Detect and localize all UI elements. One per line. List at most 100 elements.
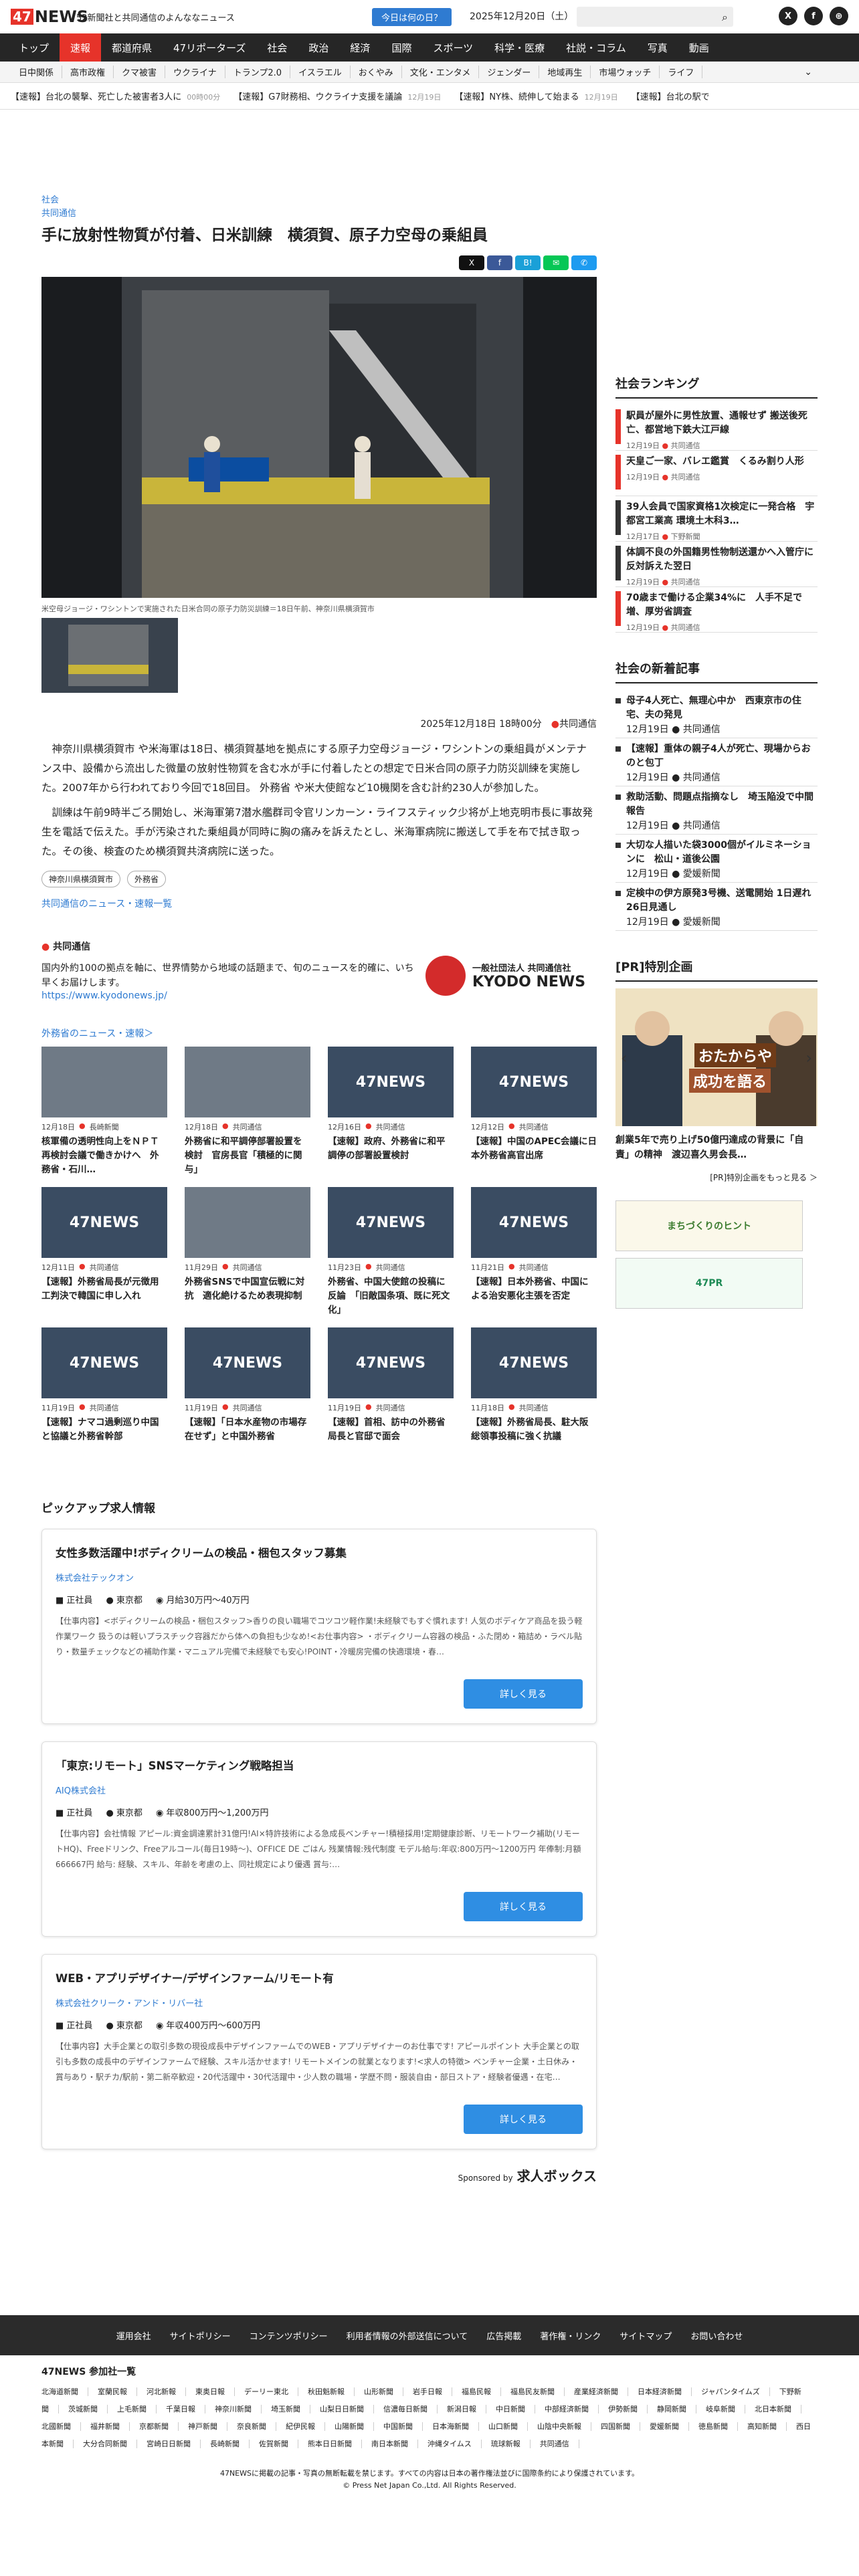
- participant-link[interactable]: 大分合同新聞: [83, 2440, 137, 2448]
- related-news-image[interactable]: [41, 1047, 167, 1117]
- related-news-title[interactable]: 【速報】中国のAPEC会議に日本外務省高官出席: [471, 1135, 597, 1178]
- participant-link[interactable]: 山陰中央新報: [537, 2422, 591, 2431]
- prev-arrow-icon[interactable]: ‹: [621, 1049, 628, 1067]
- ranking-item[interactable]: 天皇ご一家、バレエ鑑賞 くるみ割り人形 12月19日 ● 共同通信: [615, 451, 818, 496]
- nav-item[interactable]: 経済: [339, 33, 381, 62]
- job-details-button[interactable]: 詳しく見る: [464, 1679, 583, 1709]
- photo-thumbnail[interactable]: [41, 618, 178, 693]
- footer-link[interactable]: サイトポリシー: [170, 2329, 231, 2342]
- participant-link[interactable]: 茨城新聞: [68, 2405, 108, 2413]
- subnav-item[interactable]: 地域再生: [539, 66, 591, 78]
- participant-link[interactable]: 奈良新聞: [237, 2422, 276, 2431]
- nav-item[interactable]: 写真: [637, 33, 678, 62]
- participant-link[interactable]: 中部経済新聞: [545, 2405, 599, 2413]
- pr-banner[interactable]: おたからや 成功を語る ‹ ›: [615, 988, 818, 1126]
- job-title[interactable]: 「東京:リモート」SNSマーケティング戦略担当: [56, 1757, 583, 1773]
- footer-link[interactable]: 運用会社: [116, 2329, 151, 2342]
- nav-item[interactable]: トップ: [8, 33, 60, 62]
- related-news-card[interactable]: 47 NEWS 12月12日 ● 共同通信 【速報】中国のAPEC会議に日本外務省高官出席: [471, 1047, 597, 1178]
- subnav-item[interactable]: おくやみ: [351, 66, 402, 78]
- job-company[interactable]: 株式会社テックオン: [56, 1571, 583, 1584]
- job-title[interactable]: WEB・アプリデザイナー/デザインファーム/リモート有: [56, 1969, 583, 1985]
- related-news-card[interactable]: 47 NEWS 12月16日 ● 共同通信 【速報】政府、外務省に和平調停の部署設置検討: [328, 1047, 454, 1178]
- participant-link[interactable]: 紀伊民報: [286, 2422, 325, 2431]
- related-news-title[interactable]: 【速報】「日本水産物の市場存在せず」と中国外務省: [185, 1416, 310, 1459]
- nav-item[interactable]: 都道府県: [101, 33, 163, 62]
- article-category[interactable]: 社会: [41, 194, 597, 207]
- related-news-card[interactable]: 47 NEWS 11月23日 ● 共同通信 外務省、中国大使館の投稿に反論 「旧敵国条項、…: [328, 1187, 454, 1318]
- subnav-item[interactable]: クマ被害: [114, 66, 166, 78]
- participant-link[interactable]: 北國新聞: [41, 2422, 81, 2431]
- participant-link[interactable]: 山陽新聞: [335, 2422, 374, 2431]
- participant-link[interactable]: 南日本新聞: [371, 2440, 418, 2448]
- subnav-item[interactable]: 日中関係: [11, 66, 63, 78]
- participant-link[interactable]: 佐賀新聞: [259, 2440, 298, 2448]
- related-news-title[interactable]: 核軍備の透明性向上をＮＰＴ再検討会議で働きかけへ 外務省・石川…: [41, 1135, 167, 1178]
- related-news-image[interactable]: [185, 1047, 310, 1117]
- participant-link[interactable]: 河北新報: [147, 2387, 186, 2396]
- job-company[interactable]: 株式会社クリーク・アンド・リバー社: [56, 1996, 583, 2009]
- kyodo-profile-url[interactable]: https://www.kyodonews.jp/: [41, 990, 167, 1001]
- latest-item[interactable]: 【速報】重体の親子4人が死亡、現場からおのと包丁 12月19日 ● 共同通信: [615, 738, 818, 786]
- footer-link[interactable]: 著作権・リンク: [540, 2329, 601, 2342]
- ranking-item[interactable]: 駅員が屋外に男性放置、通報せず 搬送後死亡、都営地下鉄大江戸線 12月19日 ● …: [615, 405, 818, 451]
- subnav-item[interactable]: イスラエル: [290, 66, 351, 78]
- participant-link[interactable]: 伊勢新聞: [608, 2405, 648, 2413]
- search-icon[interactable]: ⌕: [722, 11, 728, 24]
- participant-link[interactable]: 福井新聞: [90, 2422, 130, 2431]
- ticker-item[interactable]: 【速報】台北の駅で: [632, 90, 710, 102]
- related-news-image[interactable]: 47 NEWS: [471, 1327, 597, 1398]
- related-news-title[interactable]: 【速報】政府、外務省に和平調停の部署設置検討: [328, 1135, 454, 1178]
- subnav-item[interactable]: ジェンダー: [479, 66, 540, 78]
- facebook-icon[interactable]: f: [804, 7, 823, 25]
- job-sponsor[interactable]: Sponsored by 求人ボックス: [41, 2165, 597, 2185]
- nav-item[interactable]: 47リポーターズ: [163, 33, 256, 62]
- participant-link[interactable]: 岐阜新聞: [706, 2405, 745, 2413]
- related-news-title[interactable]: 【速報】ナマコ過剰巡り中国と協議と外務省幹部: [41, 1416, 167, 1459]
- participant-link[interactable]: 山口新聞: [488, 2422, 528, 2431]
- participant-link[interactable]: 日本経済新聞: [638, 2387, 692, 2396]
- share-bluesky-icon[interactable]: ✆: [571, 255, 597, 270]
- participant-link[interactable]: 高知新聞: [747, 2422, 787, 2431]
- subnav-item[interactable]: ウクライナ: [165, 66, 225, 78]
- related-news-card[interactable]: 12月18日 ● 長崎新聞 核軍備の透明性向上をＮＰＴ再検討会議で働きかけへ 外務省・…: [41, 1047, 167, 1178]
- participant-link[interactable]: 上毛新聞: [117, 2405, 157, 2413]
- related-news-image[interactable]: 47 NEWS: [328, 1187, 454, 1258]
- participant-link[interactable]: 四国新聞: [601, 2422, 640, 2431]
- pr-more-link[interactable]: [PR]特別企画をもっと見る ＞: [615, 1172, 818, 1183]
- footer-link[interactable]: サイトマップ: [619, 2329, 672, 2342]
- subnav-item[interactable]: 市場ウォッチ: [591, 66, 660, 78]
- ad-banner-machizukuri[interactable]: まちづくりのヒント: [615, 1200, 803, 1251]
- participant-link[interactable]: デーリー東北: [244, 2387, 298, 2396]
- participant-link[interactable]: 宮崎日日新聞: [147, 2440, 201, 2448]
- participant-link[interactable]: 山形新聞: [364, 2387, 403, 2396]
- nav-item[interactable]: 社会: [256, 33, 298, 62]
- share-x-icon[interactable]: X: [459, 255, 484, 270]
- participant-link[interactable]: 信濃毎日新聞: [383, 2405, 438, 2413]
- participant-link[interactable]: 京都新聞: [139, 2422, 179, 2431]
- nav-item[interactable]: 科学・医療: [484, 33, 555, 62]
- job-details-button[interactable]: 詳しく見る: [464, 2105, 583, 2134]
- participant-link[interactable]: 徳島新聞: [698, 2422, 738, 2431]
- ticker-item[interactable]: 【速報】台北の襲撃、死亡した被害者3人に 00時00分: [11, 90, 220, 102]
- participant-link[interactable]: 秋田魁新報: [308, 2387, 355, 2396]
- latest-item[interactable]: 母子4人死亡、無理心中か 西東京市の住宅、夫の発見 12月19日 ● 共同通信: [615, 690, 818, 738]
- related-news-title[interactable]: 【速報】外務省局長、駐大阪総領事投稿に強く抗議: [471, 1416, 597, 1459]
- related-news-title[interactable]: 【速報】日本外務省、中国による治安悪化主張を否定: [471, 1275, 597, 1318]
- next-arrow-icon[interactable]: ›: [805, 1049, 812, 1067]
- participant-link[interactable]: 長崎新聞: [210, 2440, 250, 2448]
- subnav-item[interactable]: ライフ: [660, 66, 703, 78]
- nav-item[interactable]: 社説・コラム: [555, 33, 637, 62]
- participant-link[interactable]: 新潟日報: [447, 2405, 486, 2413]
- job-company[interactable]: AIQ株式会社: [56, 1784, 583, 1796]
- participant-link[interactable]: 福島民友新聞: [510, 2387, 565, 2396]
- participant-link[interactable]: 中日新聞: [496, 2405, 535, 2413]
- participant-link[interactable]: 福島民報: [462, 2387, 501, 2396]
- x-icon[interactable]: X: [779, 7, 797, 25]
- participant-link[interactable]: 熊本日日新聞: [308, 2440, 362, 2448]
- related-news-card[interactable]: 47 NEWS 11月19日 ● 共同通信 【速報】首相、訪中の外務省局長と官邸で面会: [328, 1327, 454, 1459]
- tag-yokosuka[interactable]: 神奈川県横須賀市: [41, 871, 121, 887]
- participant-link[interactable]: 神戸新聞: [188, 2422, 227, 2431]
- article-source[interactable]: 共同通信: [41, 207, 597, 221]
- ranking-item[interactable]: 39人会員で国家資格1次検定に一発合格 宇都宮工業高 環境土木科3… 12月17日…: [615, 496, 818, 542]
